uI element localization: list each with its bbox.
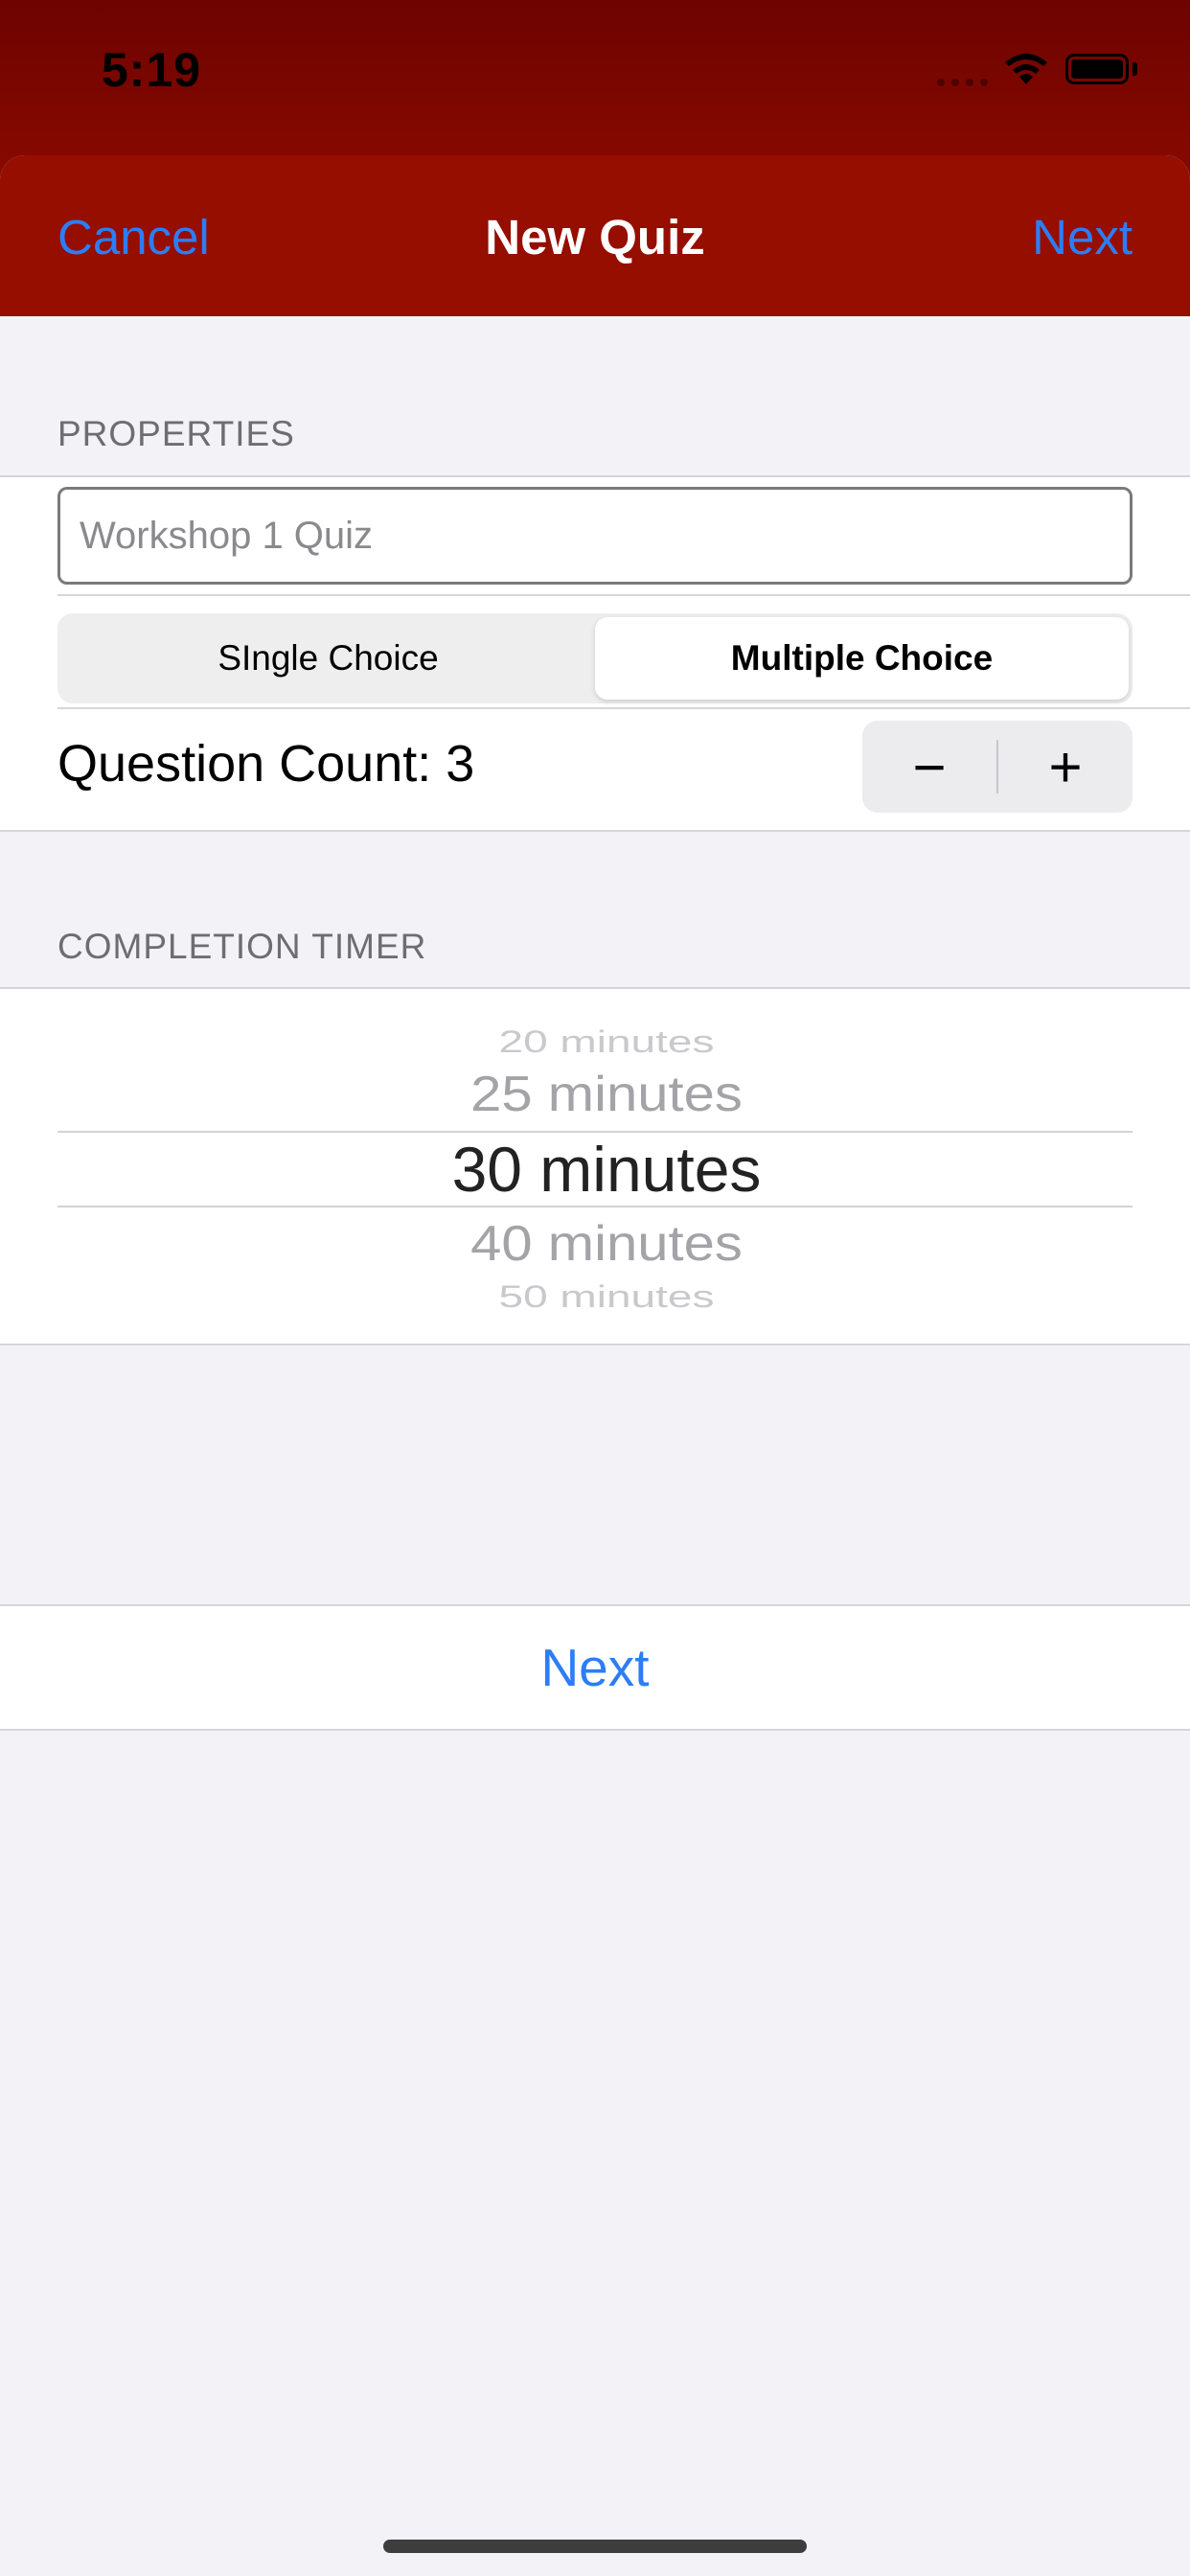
completion-timer-section-header: COMPLETION TIMER (57, 927, 427, 966)
properties-group: SIngle Choice Multiple Choice Question C… (0, 475, 1190, 832)
wifi-icon (1005, 54, 1047, 84)
picker-option[interactable]: 25 minutes (0, 1065, 1190, 1122)
status-time: 5:19 (102, 43, 202, 97)
row-divider (57, 594, 1190, 596)
picker-option[interactable]: 40 minutes (0, 1214, 1190, 1272)
picker-option[interactable]: 50 minutes (0, 1278, 1190, 1315)
segment-single-choice[interactable]: SIngle Choice (61, 617, 595, 700)
new-quiz-sheet: Cancel New Quiz Next PROPERTIES SIngle C… (0, 155, 1190, 2576)
nav-next-button[interactable]: Next (1032, 209, 1133, 265)
row-divider (57, 707, 1190, 709)
next-button[interactable]: Next (0, 1604, 1190, 1731)
decrement-button[interactable]: − (862, 721, 996, 813)
cellular-signal-icon (937, 79, 988, 86)
navigation-bar: Cancel New Quiz Next (0, 155, 1190, 316)
page-title: New Quiz (485, 210, 705, 264)
home-indicator[interactable] (383, 2540, 807, 2553)
quiz-title-input[interactable] (57, 487, 1133, 585)
quiz-type-segmented-control[interactable]: SIngle Choice Multiple Choice (57, 613, 1133, 703)
picker-option[interactable]: 20 minutes (0, 1024, 1190, 1060)
timer-picker[interactable]: 20 minutes 25 minutes 30 minutes 40 minu… (0, 989, 1190, 1344)
question-count-label: Question Count: 3 (57, 735, 475, 793)
completion-timer-group: 20 minutes 25 minutes 30 minutes 40 minu… (0, 987, 1190, 1346)
increment-button[interactable]: + (998, 721, 1133, 813)
battery-icon (1065, 54, 1129, 84)
battery-tip-icon (1133, 62, 1137, 76)
properties-section-header: PROPERTIES (57, 414, 295, 453)
picker-selection-bottom-line (57, 1206, 1133, 1208)
segment-multiple-choice[interactable]: Multiple Choice (595, 617, 1129, 700)
picker-selected-option[interactable]: 30 minutes (0, 1133, 1190, 1206)
question-count-stepper[interactable]: − + (862, 721, 1133, 813)
